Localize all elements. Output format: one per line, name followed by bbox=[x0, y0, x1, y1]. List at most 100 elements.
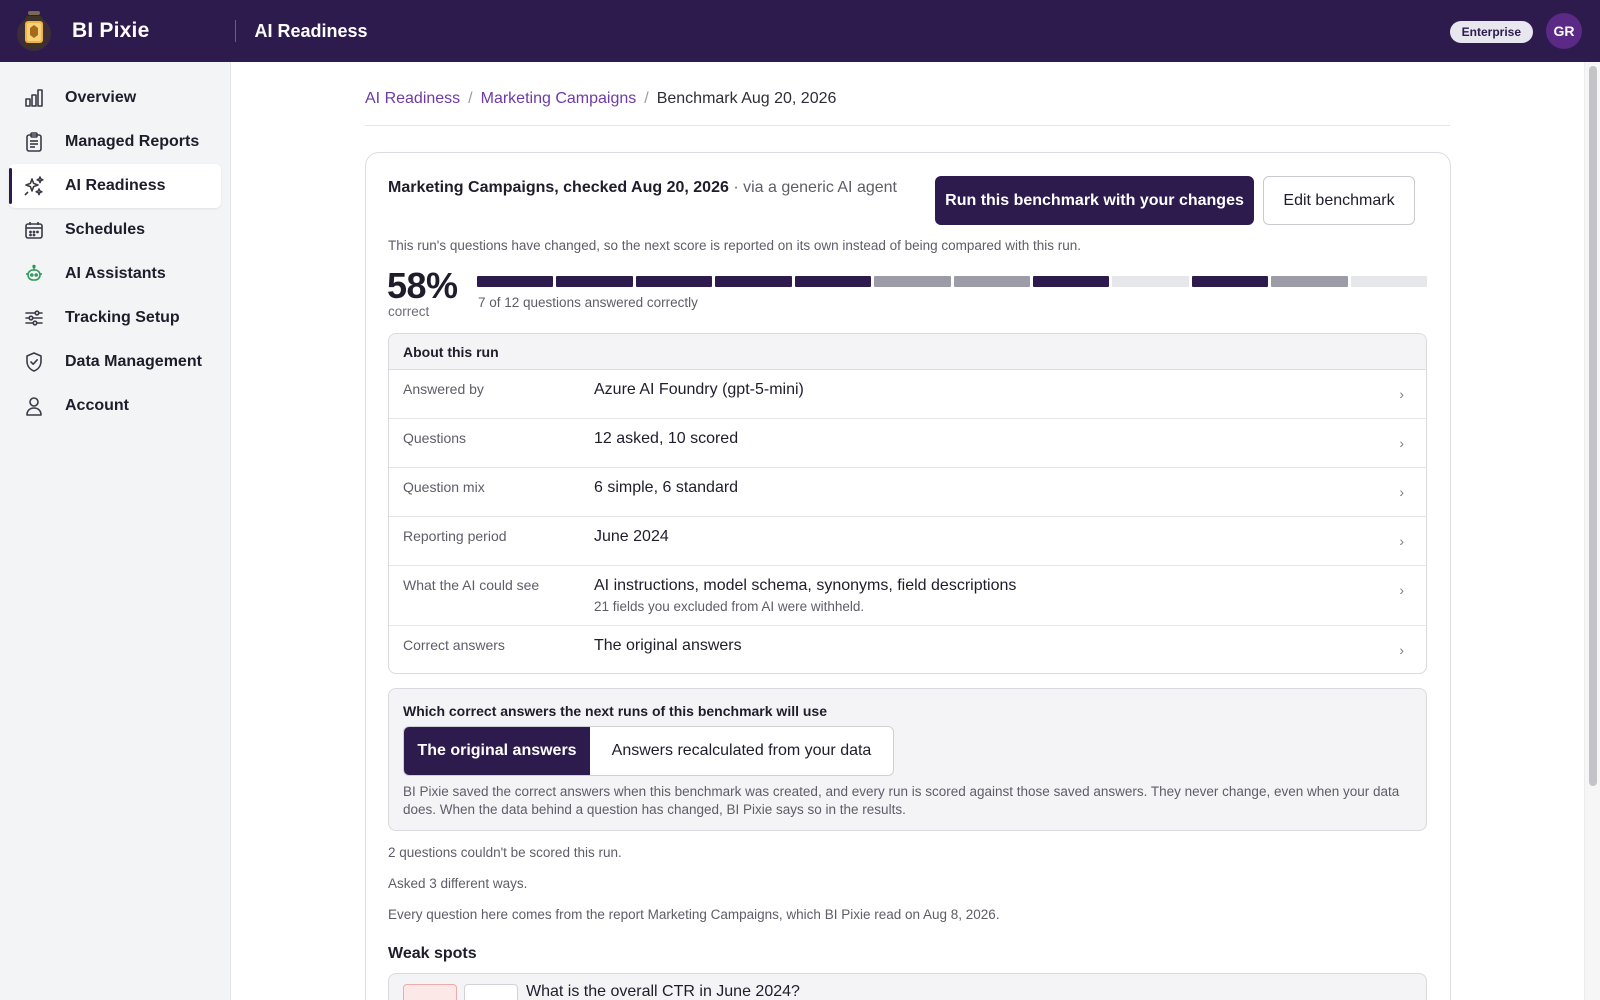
result-segment-8 bbox=[1032, 276, 1110, 287]
reports-icon bbox=[23, 131, 45, 153]
score-label: correct bbox=[388, 304, 430, 319]
sidebar-item-schedules[interactable]: Schedules bbox=[9, 208, 221, 252]
result-segment-2 bbox=[556, 276, 633, 287]
about-row-detail: 21 fields you excluded from AI were with… bbox=[594, 599, 865, 614]
about-row-value: 6 simple, 6 standard bbox=[594, 479, 739, 496]
recalculated-answers-option[interactable]: Answers recalculated from your data bbox=[590, 727, 893, 775]
about-row-question-mix[interactable]: Question mix 6 simple, 6 standard › bbox=[389, 468, 1426, 517]
weak-spots-heading: Weak spots bbox=[388, 945, 477, 962]
sidebar-item-managed-reports[interactable]: Managed Reports bbox=[9, 120, 221, 164]
about-row-ai-visibility[interactable]: What the AI could see AI instructions, m… bbox=[389, 566, 1426, 626]
answer-source-panel: Which correct answers the next runs of t… bbox=[388, 688, 1427, 831]
about-row-label: Answered by bbox=[403, 381, 484, 397]
calendar-icon bbox=[23, 219, 45, 241]
run-agent-text: · via a generic AI agent bbox=[733, 179, 897, 196]
page-scrollbar[interactable] bbox=[1584, 62, 1600, 1000]
sidebar-item-label: AI Assistants bbox=[65, 265, 166, 282]
complexity-badge bbox=[464, 984, 518, 1000]
about-row-value: AI instructions, model schema, synonyms,… bbox=[594, 577, 1017, 594]
chevron-right-icon: › bbox=[1399, 582, 1404, 598]
results-caption: 7 of 12 questions answered correctly bbox=[478, 295, 698, 310]
sidebar: Overview Managed Reports AI Readiness Sc… bbox=[0, 62, 231, 1000]
breadcrumb-divider bbox=[365, 125, 1450, 126]
chevron-right-icon: › bbox=[1399, 484, 1404, 500]
result-segment-12 bbox=[1350, 276, 1428, 287]
sidebar-item-tracking-setup[interactable]: Tracking Setup bbox=[9, 296, 221, 340]
about-row-label: Question mix bbox=[403, 479, 485, 495]
about-row-reporting-period[interactable]: Reporting period June 2024 › bbox=[389, 517, 1426, 566]
breadcrumb-link-ai-readiness[interactable]: AI Readiness bbox=[365, 90, 460, 108]
sidebar-item-label: Managed Reports bbox=[65, 133, 200, 150]
about-row-correct-answers[interactable]: Correct answers The original answers › bbox=[389, 626, 1426, 673]
breadcrumb-current: Benchmark Aug 20, 2026 bbox=[656, 90, 837, 107]
weak-spot-item[interactable]: What is the overall CTR in June 2024? bbox=[388, 973, 1427, 1000]
questions-changed-note: This run's questions have changed, so th… bbox=[388, 238, 1081, 253]
breadcrumb: AI Readiness / Marketing Campaigns / Ben… bbox=[365, 90, 836, 108]
page-title: AI Readiness bbox=[254, 20, 368, 41]
sidebar-item-label: Overview bbox=[65, 89, 137, 106]
about-run-panel: About this run Answered by Azure AI Foun… bbox=[388, 333, 1427, 674]
user-avatar[interactable]: GR bbox=[1546, 13, 1582, 49]
about-run-heading: About this run bbox=[389, 334, 1426, 370]
robot-icon bbox=[23, 263, 45, 285]
sidebar-item-overview[interactable]: Overview bbox=[9, 76, 221, 120]
score-percent: 58% bbox=[387, 265, 458, 306]
about-row-value: 12 asked, 10 scored bbox=[594, 430, 739, 447]
about-row-questions[interactable]: Questions 12 asked, 10 scored › bbox=[389, 419, 1426, 468]
answer-source-toggle: The original answers Answers recalculate… bbox=[403, 726, 894, 776]
breadcrumb-separator: / bbox=[468, 90, 473, 107]
sidebar-item-label: Data Management bbox=[65, 353, 202, 370]
result-segment-5 bbox=[794, 276, 872, 287]
result-segment-3 bbox=[635, 276, 713, 287]
run-title-text: Marketing Campaigns, checked Aug 20, 202… bbox=[388, 179, 729, 196]
result-segment-1 bbox=[477, 276, 554, 287]
lantern-icon[interactable] bbox=[10, 7, 58, 55]
main-content: AI Readiness / Marketing Campaigns / Ben… bbox=[231, 62, 1584, 1000]
chevron-right-icon: › bbox=[1399, 386, 1404, 402]
sidebar-item-label: AI Readiness bbox=[65, 177, 166, 194]
result-segment-7 bbox=[953, 276, 1030, 287]
about-row-value: Azure AI Foundry (gpt-5-mini) bbox=[594, 381, 804, 398]
answer-source-heading: Which correct answers the next runs of t… bbox=[403, 703, 827, 719]
sliders-icon bbox=[23, 307, 45, 329]
about-row-value: The original answers bbox=[594, 637, 742, 654]
sidebar-item-account[interactable]: Account bbox=[9, 384, 221, 428]
brand-name[interactable]: BI Pixie bbox=[72, 19, 149, 43]
result-segment-4 bbox=[715, 276, 792, 287]
sidebar-item-data-management[interactable]: Data Management bbox=[9, 340, 221, 384]
breadcrumb-separator: / bbox=[644, 90, 649, 107]
plan-badge: Enterprise bbox=[1449, 21, 1533, 43]
answer-source-description: BI Pixie saved the correct answers when … bbox=[403, 784, 1400, 817]
about-row-label: What the AI could see bbox=[403, 577, 540, 593]
about-row-label: Reporting period bbox=[403, 528, 507, 544]
result-segment-10 bbox=[1191, 276, 1269, 287]
scrollbar-thumb[interactable] bbox=[1589, 66, 1597, 786]
chevron-right-icon: › bbox=[1399, 533, 1404, 549]
top-bar: BI Pixie AI Readiness Enterprise GR bbox=[0, 0, 1600, 62]
weak-spot-question: What is the overall CTR in June 2024? bbox=[526, 983, 800, 1000]
result-badge bbox=[403, 984, 457, 1000]
asked-ways-note: Asked 3 different ways. bbox=[388, 876, 528, 891]
header-divider bbox=[235, 20, 237, 42]
sidebar-item-ai-assistants[interactable]: AI Assistants bbox=[9, 252, 221, 296]
result-segment-6 bbox=[874, 276, 951, 287]
about-row-answered-by[interactable]: Answered by Azure AI Foundry (gpt-5-mini… bbox=[389, 370, 1426, 419]
question-results-bar bbox=[477, 276, 1428, 287]
original-answers-option[interactable]: The original answers bbox=[404, 727, 590, 775]
benchmark-run-card: Marketing Campaigns, checked Aug 20, 202… bbox=[365, 152, 1451, 1000]
unscored-note: 2 questions couldn't be scored this run. bbox=[388, 845, 622, 860]
sparkles-icon bbox=[23, 175, 45, 197]
sidebar-item-label: Schedules bbox=[65, 221, 146, 238]
breadcrumb-link-marketing-campaigns[interactable]: Marketing Campaigns bbox=[481, 90, 637, 108]
result-segment-9 bbox=[1112, 276, 1189, 287]
sidebar-item-label: Account bbox=[65, 397, 129, 414]
about-row-label: Correct answers bbox=[403, 637, 505, 653]
chevron-right-icon: › bbox=[1399, 435, 1404, 451]
sidebar-item-ai-readiness[interactable]: AI Readiness bbox=[9, 164, 221, 208]
sidebar-item-label: Tracking Setup bbox=[65, 309, 180, 326]
edit-benchmark-button[interactable]: Edit benchmark bbox=[1263, 176, 1415, 225]
source-report-note: Every question here comes from the repor… bbox=[388, 907, 1000, 922]
about-row-value: June 2024 bbox=[594, 528, 669, 545]
chevron-right-icon: › bbox=[1399, 642, 1404, 658]
run-benchmark-button[interactable]: Run this benchmark with your changes bbox=[935, 176, 1254, 225]
